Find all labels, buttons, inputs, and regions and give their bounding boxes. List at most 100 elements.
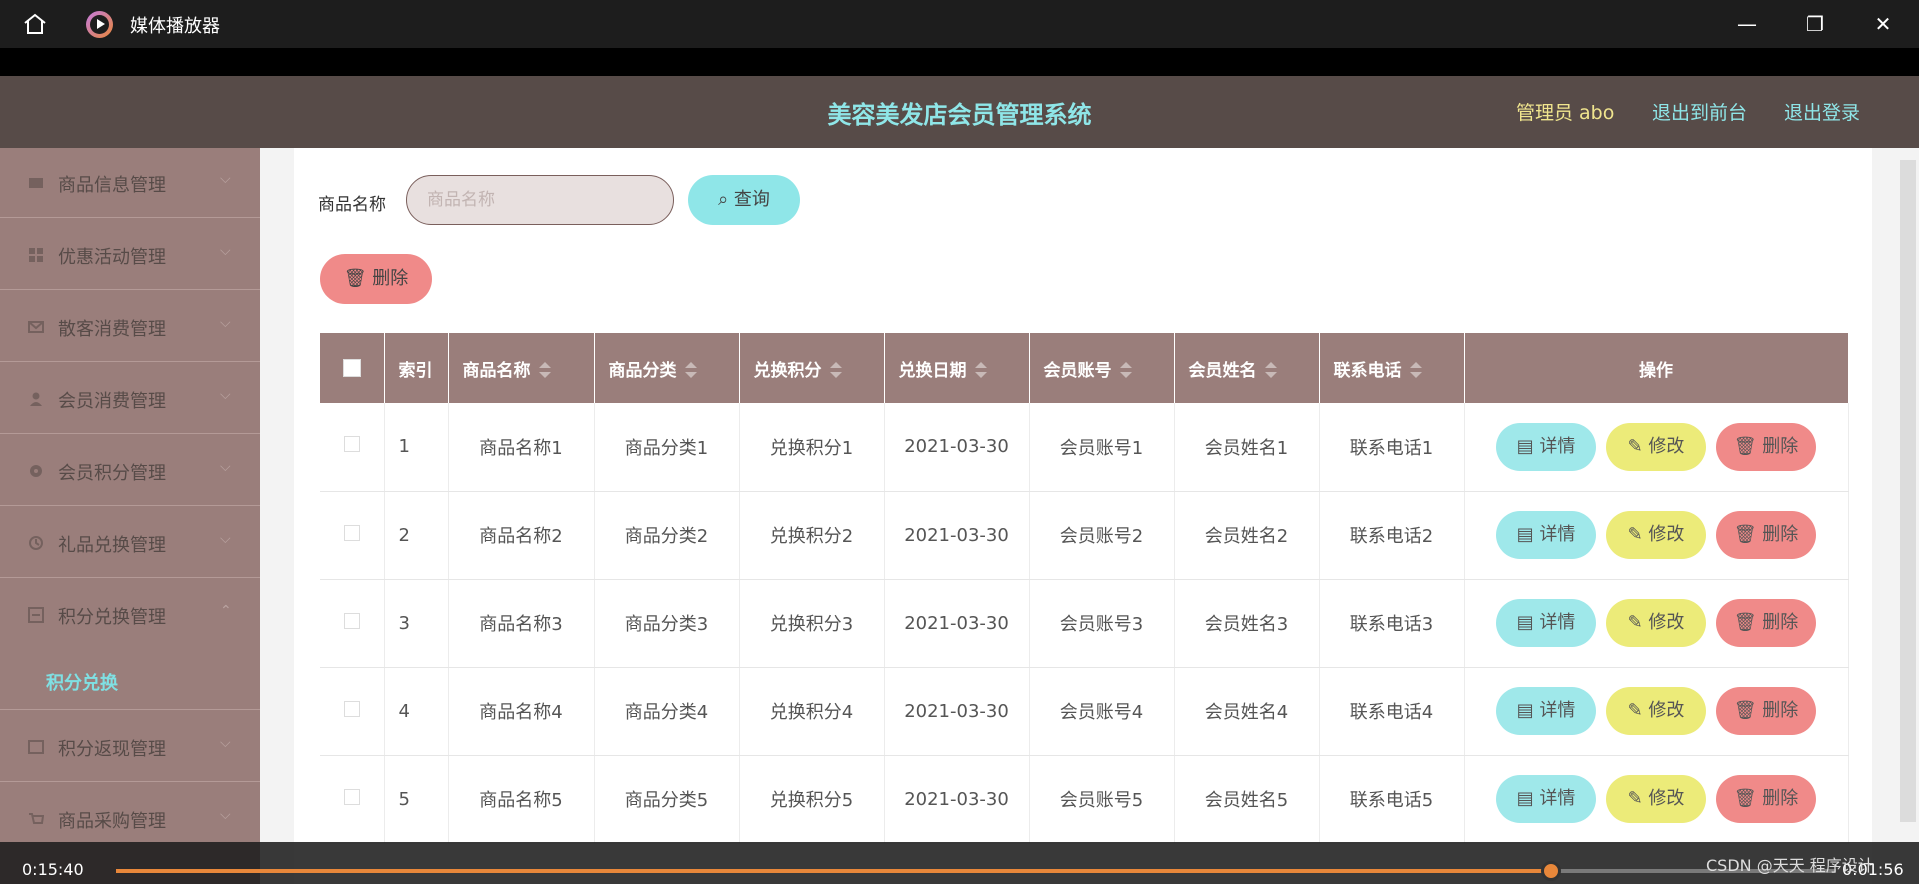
- sidebar-item-label: 礼品兑换管理: [58, 535, 166, 556]
- close-icon[interactable]: ✕: [1868, 10, 1898, 38]
- exchange-table: 索引 商品名称 商品分类 兑换积分 兑换日期 会员账号 会员姓名 联系电话 操作…: [320, 333, 1849, 844]
- detail-button[interactable]: ▤ 详情: [1496, 599, 1596, 647]
- sidebar-item-member-points[interactable]: 会员积分管理 ⌵: [0, 433, 260, 505]
- cell-actions: ▤ 详情 ✎ 修改 🗑 删除: [1464, 755, 1849, 844]
- minimize-icon[interactable]: —: [1732, 10, 1762, 38]
- detail-button[interactable]: ▤ 详情: [1496, 687, 1596, 735]
- sidebar-subitem-points-exchange[interactable]: 积分兑换: [0, 649, 260, 709]
- restore-icon[interactable]: ❐: [1800, 10, 1830, 38]
- delete-button[interactable]: 🗑 删除: [1716, 511, 1816, 559]
- video-letterbox: [0, 48, 1919, 76]
- batch-delete-label: 删除: [372, 268, 409, 289]
- chevron-down-icon: ⌵: [220, 807, 231, 823]
- cell-member: 会员姓名1: [1174, 403, 1320, 492]
- sidebar-item-cashback[interactable]: 积分返现管理 ⌵: [0, 709, 260, 781]
- cell-member: 会员姓名3: [1174, 579, 1320, 668]
- column-header[interactable]: 兑换积分: [739, 333, 885, 403]
- sidebar-item-label: 会员积分管理: [58, 463, 166, 484]
- pencil-icon: ✎: [1627, 700, 1649, 721]
- sidebar-item-walkin[interactable]: 散客消费管理 ⌵: [0, 289, 260, 361]
- row-checkbox[interactable]: [320, 667, 385, 756]
- delete-button[interactable]: 🗑 删除: [1716, 687, 1816, 735]
- cell-account: 会员账号5: [1029, 755, 1175, 844]
- query-button[interactable]: ⌕ 查询: [688, 175, 800, 225]
- delete-button[interactable]: 🗑 删除: [1716, 775, 1816, 823]
- card-icon: [28, 740, 44, 754]
- logout-link[interactable]: 退出登录: [1784, 98, 1860, 125]
- chevron-down-icon: ⌵: [220, 171, 231, 187]
- chevron-down-icon: ⌵: [220, 531, 231, 547]
- sidebar-item-promotion[interactable]: 优惠活动管理 ⌵: [0, 217, 260, 289]
- seek-bar[interactable]: [116, 869, 1836, 873]
- row-checkbox[interactable]: [320, 579, 385, 668]
- top-nav: 美容美发店会员管理系统 管理员 abo 退出到前台 退出登录: [0, 76, 1919, 148]
- chevron-down-icon: ⌵: [220, 315, 231, 331]
- edit-button[interactable]: ✎ 修改: [1606, 775, 1706, 823]
- cell-category: 商品分类3: [594, 579, 740, 668]
- sidebar-item-label: 积分兑换管理: [58, 607, 166, 628]
- vertical-scrollbar[interactable]: [1900, 160, 1916, 822]
- sidebar-item-member-consume[interactable]: 会员消费管理 ⌵: [0, 361, 260, 433]
- column-header: 操作: [1464, 333, 1849, 403]
- row-checkbox[interactable]: [320, 755, 385, 844]
- sidebar-item-product[interactable]: 商品信息管理 ⌵: [0, 148, 260, 217]
- delete-button[interactable]: 🗑 删除: [1716, 599, 1816, 647]
- edit-button[interactable]: ✎ 修改: [1606, 511, 1706, 559]
- detail-button[interactable]: ▤ 详情: [1496, 511, 1596, 559]
- cell-phone: 联系电话1: [1319, 403, 1465, 492]
- sidebar: 商品信息管理 ⌵ 优惠活动管理 ⌵ 散客消费管理 ⌵ 会员消费管理 ⌵ 会员积分…: [0, 148, 260, 884]
- detail-button[interactable]: ▤ 详情: [1496, 422, 1596, 471]
- batch-delete-button[interactable]: 🗑 删除: [320, 254, 432, 304]
- cell-member: 会员姓名4: [1174, 667, 1320, 756]
- edit-button[interactable]: ✎ 修改: [1606, 599, 1706, 647]
- app-title: 媒体播放器: [130, 16, 220, 37]
- gear-icon: [30, 465, 42, 477]
- detail-button[interactable]: ▤ 详情: [1496, 775, 1596, 823]
- chevron-down-icon: ⌵: [220, 387, 231, 403]
- cell-points: 兑换积分4: [739, 667, 885, 756]
- cell-phone: 联系电话2: [1319, 491, 1465, 580]
- column-header[interactable]: 商品名称: [448, 333, 595, 403]
- cell-date: 2021-03-30: [884, 491, 1030, 580]
- search-input[interactable]: 商品名称: [406, 175, 674, 225]
- gift-icon: [29, 536, 43, 550]
- sidebar-item-points-exchange[interactable]: 积分兑换管理 ⌃: [0, 577, 260, 649]
- seek-handle[interactable]: [1540, 861, 1561, 881]
- trash-icon: 🗑: [343, 268, 367, 289]
- home-icon[interactable]: [22, 12, 48, 36]
- trash-icon: 🗑: [1733, 435, 1763, 457]
- column-header[interactable]: 会员姓名: [1174, 333, 1320, 403]
- cell-points: 兑换积分2: [739, 491, 885, 580]
- pencil-icon: ✎: [1627, 435, 1649, 457]
- cell-actions: ▤ 详情 ✎ 修改 🗑 删除: [1464, 403, 1849, 492]
- cell-index: 5: [384, 755, 449, 844]
- document-icon: ▤: [1516, 788, 1540, 809]
- cell-name: 商品名称1: [448, 403, 595, 492]
- seek-bar-fill: [116, 869, 1554, 873]
- sidebar-item-gift[interactable]: 礼品兑换管理 ⌵: [0, 505, 260, 577]
- row-checkbox[interactable]: [320, 491, 385, 580]
- select-all-checkbox[interactable]: [320, 333, 385, 403]
- row-checkbox[interactable]: [320, 403, 385, 492]
- product-icon: [29, 178, 43, 188]
- column-header[interactable]: 兑换日期: [884, 333, 1030, 403]
- trash-icon: 🗑: [1733, 700, 1763, 721]
- table-header: 索引 商品名称 商品分类 兑换积分 兑换日期 会员账号 会员姓名 联系电话 操作: [320, 333, 1849, 403]
- back-to-front-link[interactable]: 退出到前台: [1652, 98, 1747, 125]
- edit-button[interactable]: ✎ 修改: [1606, 687, 1706, 735]
- column-header[interactable]: 会员账号: [1029, 333, 1175, 403]
- search-icon: ⌕: [718, 189, 729, 210]
- column-header[interactable]: 商品分类: [594, 333, 740, 403]
- chevron-down-icon: ⌵: [220, 735, 231, 751]
- table-row: 4 商品名称4 商品分类4 兑换积分4 2021-03-30 会员账号4 会员姓…: [320, 667, 1849, 756]
- cell-name: 商品名称2: [448, 491, 595, 580]
- edit-button[interactable]: ✎ 修改: [1606, 422, 1706, 471]
- cell-actions: ▤ 详情 ✎ 修改 🗑 删除: [1464, 579, 1849, 668]
- delete-button[interactable]: 🗑 删除: [1716, 422, 1816, 471]
- sidebar-item-label: 积分返现管理: [58, 739, 166, 760]
- table-row: 5 商品名称5 商品分类5 兑换积分5 2021-03-30 会员账号5 会员姓…: [320, 755, 1849, 844]
- cell-date: 2021-03-30: [884, 579, 1030, 668]
- chevron-down-icon: ⌵: [220, 243, 231, 259]
- column-header[interactable]: 联系电话: [1319, 333, 1465, 403]
- cell-date: 2021-03-30: [884, 403, 1030, 492]
